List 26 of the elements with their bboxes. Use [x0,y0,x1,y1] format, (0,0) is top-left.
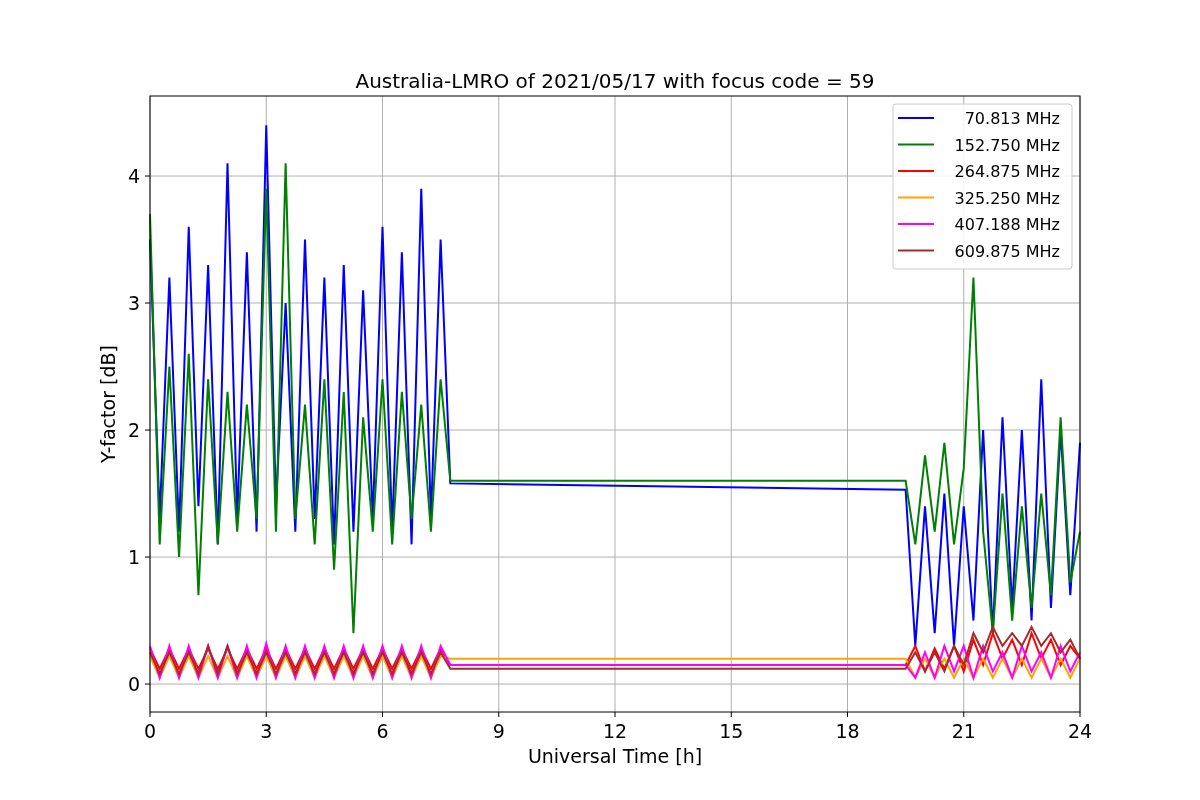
tick-label: 15 [719,720,744,742]
legend-label: 407.188 MHz [954,215,1060,234]
legend-label: 152.750 MHz [954,135,1060,155]
tick-label: 12 [602,720,628,742]
tick-label: 0 [127,673,140,696]
tick-label: 1 [127,546,140,569]
tick-label: 18 [835,720,860,742]
chart-title: Australia-LMRO of 2021/05/17 with focus code = 59 [355,69,875,93]
tick-label: 9 [492,720,505,742]
tick-label: 4 [127,165,140,187]
tick-label: 3 [127,292,140,315]
legend-swatch [897,143,935,146]
legend-label: 264.875 MHz [954,162,1060,181]
legend-label: 70.813 MHz [964,109,1060,128]
tick-label: 3 [260,720,273,742]
tick-label: 6 [376,720,389,742]
legend-label: 325.250 MHz [954,188,1060,208]
tick-label: 21 [951,720,976,742]
tick-label: 24 [1067,720,1093,742]
tick-label: 0 [143,720,157,742]
legend-swatch [897,196,935,199]
legend-swatch [897,249,935,252]
tick-label: 2 [127,419,140,442]
x-axis-label: Universal Time [h] [527,745,703,767]
y-axis-label: Y-factor [dB] [97,345,119,463]
legend-label: 609.875 MHz [954,241,1060,261]
